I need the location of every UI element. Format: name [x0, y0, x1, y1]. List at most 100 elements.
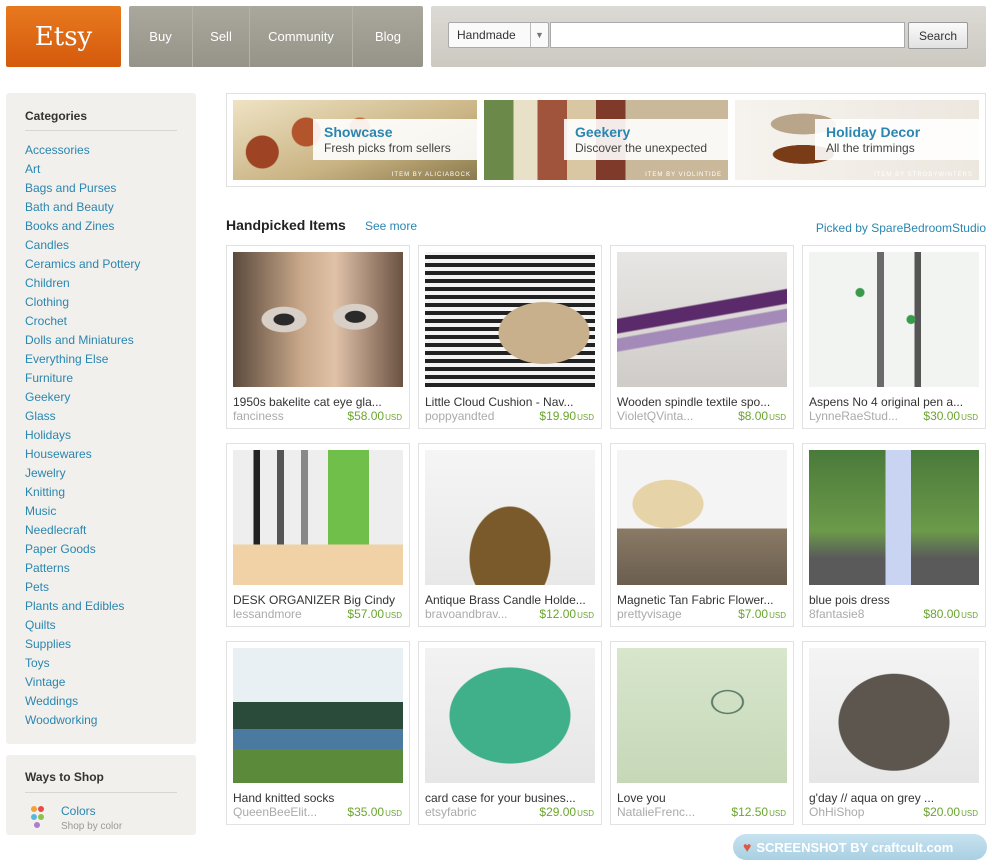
category-link[interactable]: Candles	[25, 236, 140, 255]
category-link[interactable]: Needlecraft	[25, 521, 140, 540]
item-title[interactable]: Aspens No 4 original pen a...	[809, 395, 981, 409]
item-image[interactable]	[809, 450, 979, 585]
item-card[interactable]: 1950s bakelite cat eye gla... fanciness $5…	[226, 245, 410, 429]
item-title[interactable]: Hand knitted socks	[233, 791, 405, 805]
chevron-down-icon[interactable]: ▼	[530, 23, 548, 47]
item-title[interactable]: blue pois dress	[809, 593, 981, 607]
category-link[interactable]: Dolls and Miniatures	[25, 331, 140, 350]
category-link[interactable]: Toys	[25, 654, 140, 673]
category-link[interactable]: Knitting	[25, 483, 140, 502]
search-input[interactable]	[550, 22, 905, 48]
item-image[interactable]	[425, 252, 595, 387]
item-card[interactable]: Magnetic Tan Fabric Flower... prettyvisag…	[610, 443, 794, 627]
category-link[interactable]: Housewares	[25, 445, 140, 464]
nav-buy[interactable]: Buy	[129, 6, 193, 67]
category-link[interactable]: Vintage	[25, 673, 140, 692]
category-link[interactable]: Clothing	[25, 293, 140, 312]
item-image[interactable]	[425, 450, 595, 585]
item-card[interactable]: Antique Brass Candle Holde... bravoandbra…	[418, 443, 602, 627]
item-card[interactable]: Hand knitted socks QueenBeeElit... $35.00U…	[226, 641, 410, 825]
item-shop[interactable]: LynneRaeStud...	[809, 409, 898, 423]
category-link[interactable]: Geekery	[25, 388, 140, 407]
category-link[interactable]: Bags and Purses	[25, 179, 140, 198]
banner-showcase[interactable]: Showcase Fresh picks from sellers ITEM B…	[233, 100, 477, 180]
item-title[interactable]: Magnetic Tan Fabric Flower...	[617, 593, 789, 607]
item-title[interactable]: Love you	[617, 791, 789, 805]
item-image[interactable]	[233, 648, 403, 783]
item-title[interactable]: Antique Brass Candle Holde...	[425, 593, 597, 607]
item-shop[interactable]: NatalieFrenc...	[617, 805, 695, 819]
item-title[interactable]: card case for your busines...	[425, 791, 597, 805]
search-scope-select[interactable]: Handmade ▼	[448, 22, 549, 48]
item-title[interactable]: g'day // aqua on grey ...	[809, 791, 981, 805]
item-image[interactable]	[809, 648, 979, 783]
item-image[interactable]	[809, 252, 979, 387]
item-card[interactable]: DESK ORGANIZER Big Cindy lessandmore $57.0…	[226, 443, 410, 627]
nav-blog[interactable]: Blog	[353, 6, 423, 67]
item-shop[interactable]: bravoandbrav...	[425, 607, 508, 621]
item-shop[interactable]: lessandmore	[233, 607, 302, 621]
item-shop[interactable]: prettyvisage	[617, 607, 682, 621]
category-link[interactable]: Patterns	[25, 559, 140, 578]
category-link[interactable]: Glass	[25, 407, 140, 426]
category-link[interactable]: Jewelry	[25, 464, 140, 483]
category-link[interactable]: Children	[25, 274, 140, 293]
item-price-currency: USD	[385, 809, 402, 818]
category-link[interactable]: Accessories	[25, 141, 140, 160]
item-image[interactable]	[425, 648, 595, 783]
item-title[interactable]: DESK ORGANIZER Big Cindy	[233, 593, 405, 607]
category-link[interactable]: Holidays	[25, 426, 140, 445]
category-link[interactable]: Bath and Beauty	[25, 198, 140, 217]
picked-by-link[interactable]: Picked by SpareBedroomStudio	[816, 221, 986, 235]
category-link[interactable]: Paper Goods	[25, 540, 140, 559]
category-link[interactable]: Books and Zines	[25, 217, 140, 236]
item-card[interactable]: Love you NatalieFrenc... $12.50USD	[610, 641, 794, 825]
category-link[interactable]: Furniture	[25, 369, 140, 388]
item-card[interactable]: Little Cloud Cushion - Nav... poppyandted…	[418, 245, 602, 429]
banner-geekery[interactable]: Geekery Discover the unexpected ITEM BY …	[484, 100, 728, 180]
category-link[interactable]: Art	[25, 160, 140, 179]
item-shop[interactable]: VioletQVinta...	[617, 409, 693, 423]
category-link[interactable]: Ceramics and Pottery	[25, 255, 140, 274]
item-title[interactable]: Wooden spindle textile spo...	[617, 395, 789, 409]
item-card[interactable]: Aspens No 4 original pen a... LynneRaeStu…	[802, 245, 986, 429]
item-title[interactable]: Little Cloud Cushion - Nav...	[425, 395, 597, 409]
item-image[interactable]	[617, 252, 787, 387]
see-more-link[interactable]: See more	[365, 219, 417, 233]
item-price-value: $29.00	[539, 805, 577, 819]
item-card[interactable]: Wooden spindle textile spo... VioletQVint…	[610, 245, 794, 429]
category-link[interactable]: Woodworking	[25, 711, 140, 730]
category-link[interactable]: Weddings	[25, 692, 140, 711]
item-card[interactable]: g'day // aqua on grey ... OhHiShop $20.00U…	[802, 641, 986, 825]
watermark: ♥ SCREENSHOT BY craftcult.com	[733, 834, 987, 860]
category-link[interactable]: Everything Else	[25, 350, 140, 369]
ways-item-colors[interactable]: Colors Shop by color	[31, 804, 122, 832]
category-link[interactable]: Supplies	[25, 635, 140, 654]
category-link[interactable]: Quilts	[25, 616, 140, 635]
item-shop[interactable]: OhHiShop	[809, 805, 864, 819]
nav-sell[interactable]: Sell	[193, 6, 250, 67]
category-link[interactable]: Pets	[25, 578, 140, 597]
category-link[interactable]: Plants and Edibles	[25, 597, 140, 616]
item-title[interactable]: 1950s bakelite cat eye gla...	[233, 395, 405, 409]
item-card[interactable]: card case for your busines... etsyfabric $…	[418, 641, 602, 825]
item-shop[interactable]: 8fantasie8	[809, 607, 864, 621]
item-card[interactable]: blue pois dress 8fantasie8 $80.00USD	[802, 443, 986, 627]
item-image[interactable]	[617, 648, 787, 783]
item-image[interactable]	[617, 450, 787, 585]
nav-community[interactable]: Community	[250, 6, 353, 67]
item-price-value: $12.00	[539, 607, 577, 621]
item-shop[interactable]: etsyfabric	[425, 805, 476, 819]
item-shop[interactable]: fanciness	[233, 409, 284, 423]
item-shop[interactable]: QueenBeeElit...	[233, 805, 317, 819]
item-price: $80.00USD	[923, 607, 978, 621]
category-link[interactable]: Music	[25, 502, 140, 521]
item-shop[interactable]: poppyandted	[425, 409, 494, 423]
banner-title: Showcase	[324, 124, 393, 140]
item-image[interactable]	[233, 252, 403, 387]
item-image[interactable]	[233, 450, 403, 585]
search-button[interactable]: Search	[908, 22, 968, 49]
banner-holiday-decor[interactable]: Holiday Decor All the trimmings ITEM BY …	[735, 100, 979, 180]
category-link[interactable]: Crochet	[25, 312, 140, 331]
etsy-logo[interactable]: Etsy	[6, 6, 121, 67]
